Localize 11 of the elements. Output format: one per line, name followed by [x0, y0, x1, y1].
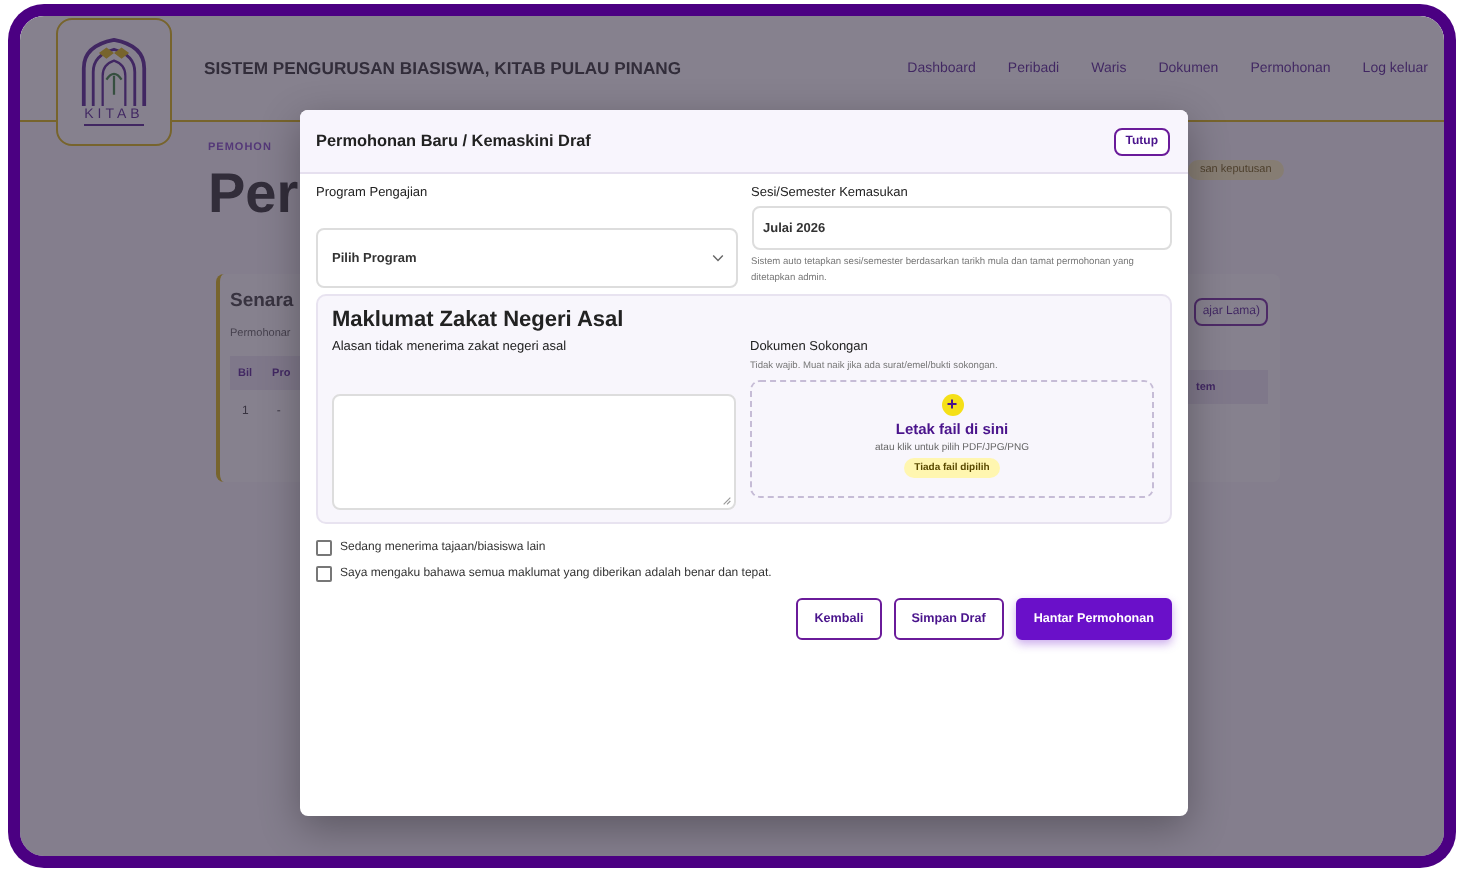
checkbox[interactable] [316, 540, 332, 556]
page-heading: Per [208, 162, 300, 226]
checkbox[interactable] [316, 566, 332, 582]
plus-icon: + [941, 394, 963, 416]
section-heading: Maklumat Zakat Negeri Asal [332, 308, 626, 332]
chevron-down-icon [711, 254, 723, 262]
modal-title: Permohonan Baru / Kemaskini Draf [316, 132, 591, 150]
card-title: Senara [230, 290, 296, 312]
arch-icon [76, 38, 152, 106]
resize-grip-icon [722, 496, 732, 506]
site-title: SISTEM PENGURUSAN BIASISWA, KITAB PULAU PINANG [204, 58, 682, 78]
